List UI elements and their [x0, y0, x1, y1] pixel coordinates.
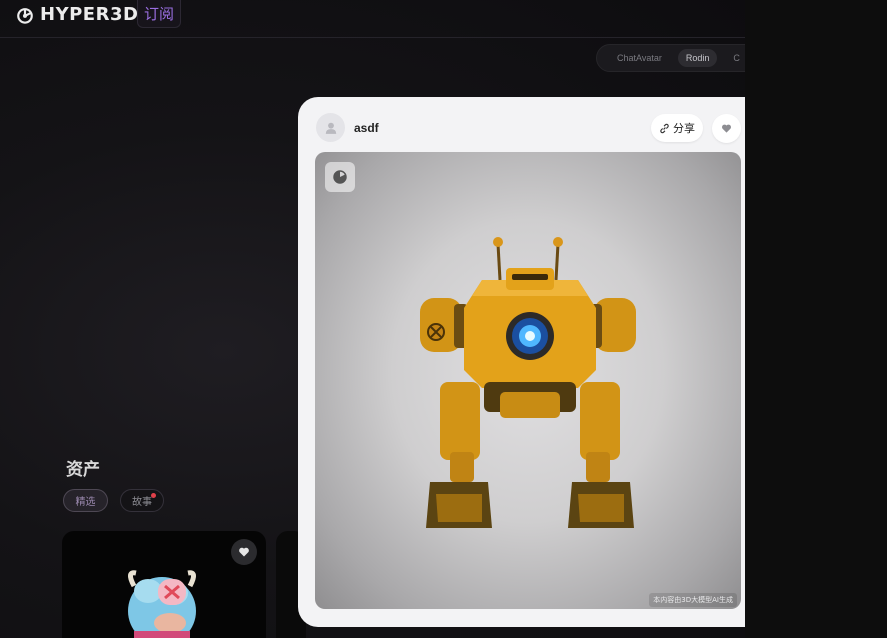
- render-mode-button[interactable]: [325, 162, 355, 192]
- avatar[interactable]: [316, 113, 345, 142]
- app-background: HYPER3D 订阅 ChatAvatar Rodin C 资产 精选 故事 a…: [0, 0, 745, 638]
- product-tabs: ChatAvatar Rodin C: [596, 44, 745, 72]
- filter-featured-label: 精选: [75, 497, 96, 508]
- link-icon: [660, 123, 669, 133]
- tab-more[interactable]: C: [725, 49, 745, 67]
- user-icon: [325, 122, 336, 134]
- filter-story[interactable]: 故事: [120, 489, 164, 512]
- logo-text: HYPER3D: [40, 4, 139, 25]
- right-panel-background: [745, 0, 887, 638]
- notification-dot: [151, 493, 156, 498]
- hyper3d-logo-icon: [17, 7, 33, 24]
- robot-model: [420, 237, 636, 528]
- top-bar: HYPER3D 订阅: [0, 0, 745, 38]
- tab-chatavatar[interactable]: ChatAvatar: [609, 49, 670, 67]
- heart-icon: [239, 547, 249, 557]
- filter-story-label: 故事: [132, 497, 152, 508]
- share-button[interactable]: 分享: [651, 114, 703, 142]
- asset-card[interactable]: [62, 531, 266, 638]
- username[interactable]: asdf: [354, 121, 379, 135]
- share-label: 分享: [673, 122, 695, 135]
- ai-generated-notice: 本内容由3D大模型AI生成: [649, 593, 737, 607]
- model-viewer[interactable]: 本内容由3D大模型AI生成: [315, 152, 741, 609]
- subscribe-button[interactable]: 订阅: [137, 0, 182, 28]
- heart-icon: [722, 124, 731, 133]
- favorite-button[interactable]: [712, 114, 741, 143]
- tab-rodin[interactable]: Rodin: [677, 49, 718, 67]
- assets-heading: 资产: [66, 460, 100, 480]
- filter-featured[interactable]: 精选: [63, 489, 108, 512]
- logo[interactable]: HYPER3D: [16, 4, 138, 25]
- half-circle-icon: [333, 170, 347, 184]
- favorite-button[interactable]: [231, 539, 257, 565]
